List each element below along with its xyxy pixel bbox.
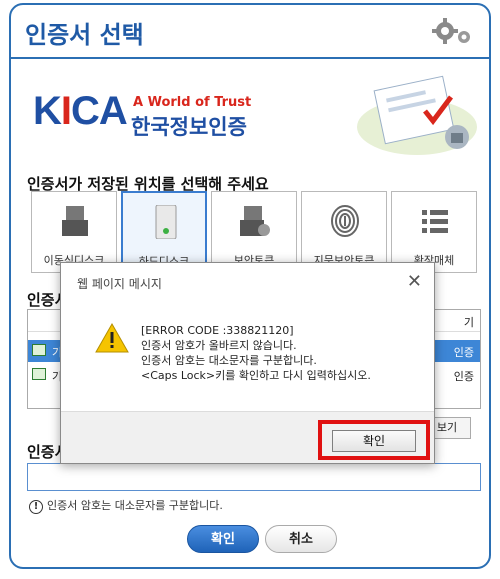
list-icon <box>422 210 448 233</box>
storage-extended-button[interactable]: 확장매체 <box>391 191 477 273</box>
hard-disk-icon <box>155 205 177 239</box>
error-dialog: 웹 페이지 메시지 ✕ [ERROR CODE :338821120] 인증서 … <box>60 262 435 464</box>
certificate-illustration-icon <box>357 75 477 155</box>
dialog-footer: 확인 <box>61 411 434 463</box>
highlight-box: 확인 <box>318 420 430 460</box>
ok-button[interactable]: 확인 <box>187 525 259 553</box>
security-token-icon <box>240 206 270 236</box>
dialog-ok-button[interactable]: 확인 <box>332 430 416 452</box>
error-line-1: 인증서 암호가 올바르지 않습니다. <box>141 339 297 352</box>
issuer-cell: 인증 <box>453 346 474 359</box>
issuer-cell: 인증 <box>453 370 474 383</box>
storage-harddisk-button[interactable]: 하드디스크 <box>121 191 207 273</box>
storage-fingerprint-button[interactable]: 지문보안토큰 <box>301 191 387 273</box>
error-line-2: 인증서 암호는 대소문자를 구분합니다. <box>141 354 317 367</box>
info-icon: ! <box>29 500 43 514</box>
window-title: 인증서 선택 <box>25 21 144 49</box>
certificate-icon <box>32 368 46 380</box>
gear-icon[interactable] <box>431 17 475 47</box>
password-hint: ! 인증서 암호는 대소문자를 구분합니다. <box>29 497 223 514</box>
storage-options: 이동식디스크 하드디스크 보안토큰 지문보안토큰 확장매체 <box>31 191 479 273</box>
usb-drive-icon <box>62 206 88 236</box>
title-bar: 인증서 선택 <box>11 5 489 59</box>
slogan: A World of Trust <box>133 95 252 110</box>
certificate-icon <box>32 344 46 356</box>
error-code-text: [ERROR CODE :338821120] <box>141 324 294 337</box>
org-name: 한국정보인증 <box>131 115 247 139</box>
error-line-3: <Caps Lock>키를 확인하고 다시 입력하십시오. <box>141 369 371 382</box>
dialog-title: 웹 페이지 메시지 <box>77 277 162 291</box>
fingerprint-icon <box>331 205 359 237</box>
kica-banner: KICA A World of Trust 한국정보인증 <box>11 61 489 161</box>
storage-usb-button[interactable]: 이동식디스크 <box>31 191 117 273</box>
kica-logo: KICA <box>33 89 128 133</box>
storage-token-button[interactable]: 보안토큰 <box>211 191 297 273</box>
dialog-message: [ERROR CODE :338821120] 인증서 암호가 올바르지 않습니… <box>141 323 371 383</box>
warning-icon <box>95 323 129 353</box>
close-icon[interactable]: ✕ <box>407 271 422 292</box>
header-issuer: 기 <box>463 316 474 329</box>
password-input[interactable] <box>27 463 481 491</box>
cancel-button[interactable]: 취소 <box>265 525 337 553</box>
